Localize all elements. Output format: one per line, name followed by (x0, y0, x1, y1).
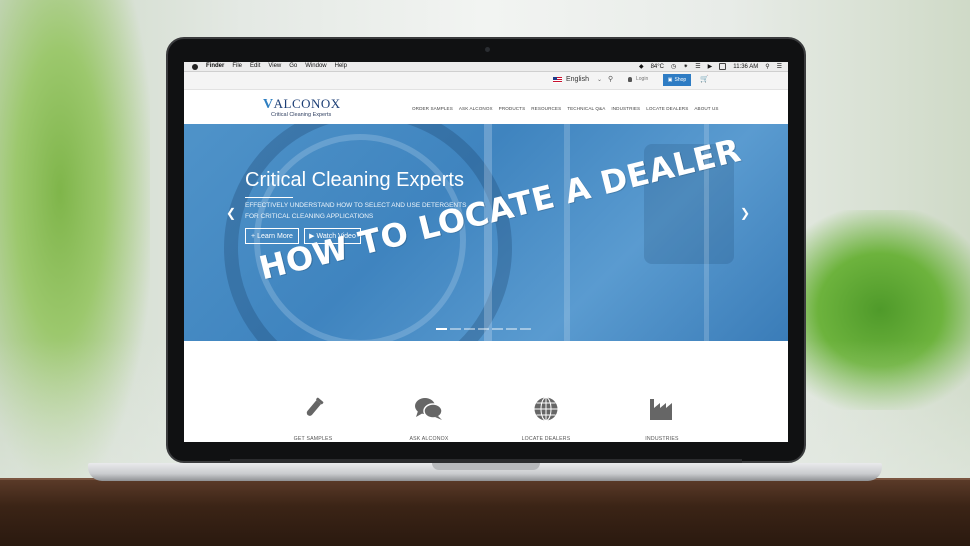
carousel-dot[interactable] (506, 328, 517, 330)
logo-wordmark: VALCONOX (263, 96, 341, 112)
carousel-dot[interactable] (478, 328, 489, 330)
user-icon (628, 76, 632, 82)
carousel-next-arrow-icon[interactable]: ❯ (740, 206, 750, 220)
chevron-down-icon: ⌄ (596, 77, 602, 83)
globe-icon (496, 396, 596, 422)
menu-window[interactable]: Window (305, 62, 326, 71)
carousel-prev-arrow-icon[interactable]: ❮ (226, 206, 236, 220)
login-label: Login (636, 76, 649, 82)
factory-icon (612, 396, 712, 422)
nav-order-samples[interactable]: ORDER SAMPLES (412, 106, 453, 111)
wooden-table (0, 480, 970, 546)
nav-ask-alconox[interactable]: ASK ALCONOX (459, 106, 493, 111)
login-link[interactable]: Login (628, 76, 648, 82)
battery-icon[interactable] (719, 63, 727, 70)
menu-file[interactable]: File (232, 62, 242, 71)
feature-ask-alconox[interactable]: ASK ALCONOX (379, 396, 479, 442)
shop-label: Shop (674, 77, 687, 83)
menu-help[interactable]: Help (335, 62, 347, 71)
laptop-screen: Finder File Edit View Go Window Help ◆ 8… (184, 62, 788, 442)
plus-icon: + (251, 232, 256, 240)
nav-technical-qa[interactable]: TECHNICAL Q&A (567, 106, 605, 111)
alconox-logo[interactable]: VALCONOX Critical Cleaning Experts (263, 96, 341, 118)
menu-extras: ◆ 84°C ◷ ⁕ ☰ ▶ 11:36 AM ⚲ ☰ (639, 62, 782, 71)
hero-title: Critical Cleaning Experts (245, 169, 464, 191)
logo-tagline: Critical Cleaning Experts (271, 112, 332, 118)
menu-finder[interactable]: Finder (206, 62, 224, 71)
menu-go[interactable]: Go (289, 62, 297, 71)
feature-industries[interactable]: INDUSTRIES (612, 396, 712, 442)
clock-icon[interactable]: ◷ (671, 63, 676, 70)
carousel-dot[interactable] (520, 328, 531, 330)
feature-get-samples[interactable]: GET SAMPLES (263, 396, 363, 442)
language-label: English (566, 76, 589, 83)
nav-industries[interactable]: INDUSTRIES (611, 106, 640, 111)
bluetooth-icon[interactable]: ⁕ (683, 63, 688, 70)
feature-label: LOCATE DEALERS (521, 436, 571, 442)
feature-label: GET SAMPLES (293, 436, 333, 442)
clock-time[interactable]: 11:36 AM (733, 64, 758, 70)
apple-icon[interactable] (192, 63, 198, 70)
nav-about-us[interactable]: ABOUT US (694, 106, 718, 111)
webcam (485, 47, 490, 52)
menu-edit[interactable]: Edit (250, 62, 260, 71)
mac-menu-bar: Finder File Edit View Go Window Help ◆ 8… (184, 62, 788, 72)
site-header: VALCONOX Critical Cleaning Experts ORDER… (184, 90, 788, 124)
us-flag-icon (553, 76, 562, 83)
hero-background-pipe (564, 124, 570, 341)
carousel-dot[interactable] (464, 328, 475, 330)
carousel-dot[interactable] (492, 328, 503, 330)
wifi-icon[interactable]: ☰ (695, 63, 700, 70)
feature-links: GET SAMPLES ASK ALCONOX LOCATE DEALERS I… (184, 341, 788, 442)
language-selector[interactable]: English ⌄ (553, 76, 602, 83)
feature-label: ASK ALCONOX (409, 436, 449, 442)
volume-icon[interactable]: ▶ (708, 63, 713, 70)
dropbox-icon[interactable]: ◆ (639, 63, 644, 70)
nav-resources[interactable]: RESOURCES (531, 106, 561, 111)
menu-view[interactable]: View (268, 62, 281, 71)
nav-products[interactable]: PRODUCTS (499, 106, 526, 111)
hero-carousel: ❮ ❯ Critical Cleaning Experts EFFECTIVEL… (184, 124, 788, 341)
hero-title-underline (245, 197, 293, 198)
learn-more-label: Learn More (257, 232, 293, 240)
carousel-indicators (436, 328, 531, 330)
site-utility-bar: English ⌄ ⚲ Login ▣ Shop 🛒 (184, 72, 788, 90)
cart-icon[interactable]: 🛒 (700, 75, 709, 83)
carousel-dot[interactable] (450, 328, 461, 330)
spotlight-search-icon[interactable]: ⚲ (765, 63, 769, 70)
laptop-notch (432, 463, 540, 470)
hero-background-pipe (484, 124, 492, 341)
feature-label: INDUSTRIES (645, 436, 679, 442)
chat-bubbles-icon (379, 396, 479, 422)
store-icon: ▣ (667, 77, 673, 83)
temperature-readout: 84°C (650, 63, 664, 70)
main-nav: ORDER SAMPLES ASK ALCONOX PRODUCTS RESOU… (412, 106, 719, 111)
shop-button[interactable]: ▣ Shop (663, 74, 691, 86)
feature-locate-dealers[interactable]: LOCATE DEALERS (496, 396, 596, 442)
carousel-dot[interactable] (436, 328, 447, 330)
notification-center-icon[interactable]: ☰ (777, 63, 782, 70)
nav-locate-dealers[interactable]: LOCATE DEALERS (646, 106, 688, 111)
test-tube-icon (263, 396, 363, 422)
search-icon[interactable]: ⚲ (608, 75, 613, 83)
